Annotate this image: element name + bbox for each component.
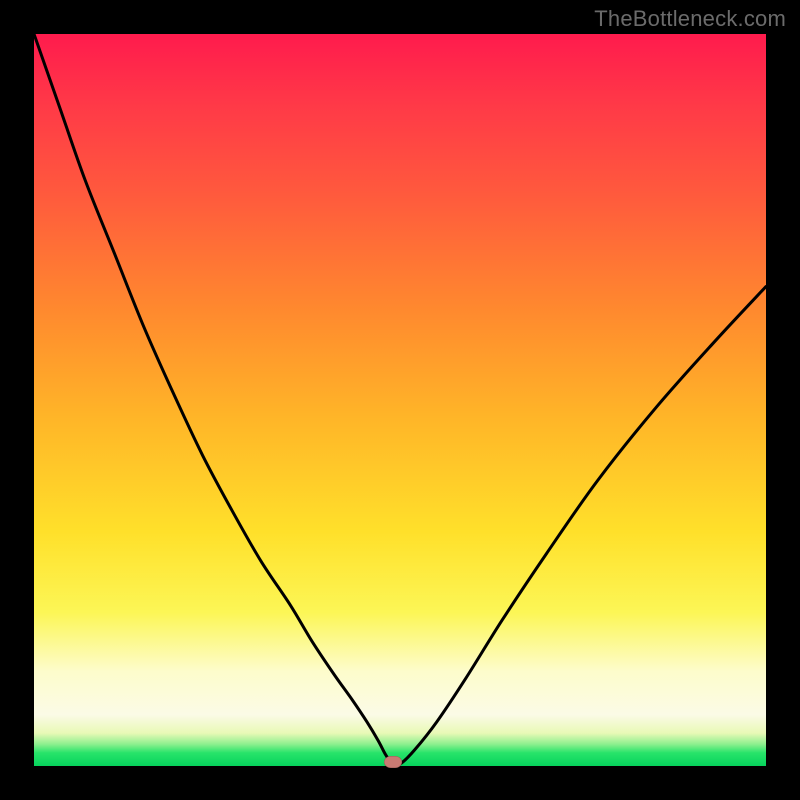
bottleneck-curve [34,34,766,766]
plot-area [34,34,766,766]
watermark-text: TheBottleneck.com [594,6,786,32]
minimum-marker [384,756,402,768]
chart-frame: TheBottleneck.com [0,0,800,800]
